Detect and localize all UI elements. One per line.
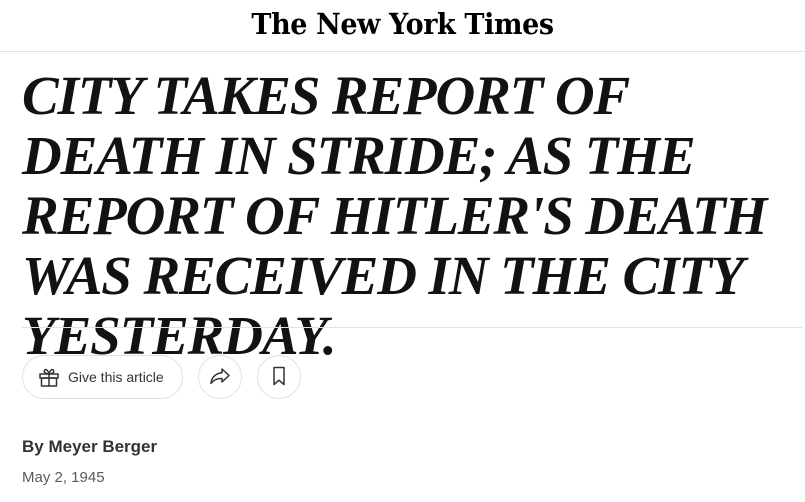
bookmark-icon xyxy=(267,364,291,391)
share-toolbar: Give this article xyxy=(22,355,301,399)
article-headline: CITY TAKES REPORT OF DEATH IN STRIDE; AS… xyxy=(22,65,767,366)
give-article-label: Give this article xyxy=(68,369,164,385)
article-byline: By Meyer Berger xyxy=(22,437,158,456)
save-button[interactable] xyxy=(257,355,301,399)
gift-icon xyxy=(36,364,62,390)
masthead: The New York Times xyxy=(0,0,805,52)
nyt-logo[interactable]: The New York Times xyxy=(251,7,554,41)
share-button[interactable] xyxy=(198,355,242,399)
give-article-button[interactable]: Give this article xyxy=(22,355,183,399)
article-date: May 2, 1945 xyxy=(22,469,105,486)
headline-divider xyxy=(22,327,802,328)
share-arrow-icon xyxy=(208,364,232,391)
